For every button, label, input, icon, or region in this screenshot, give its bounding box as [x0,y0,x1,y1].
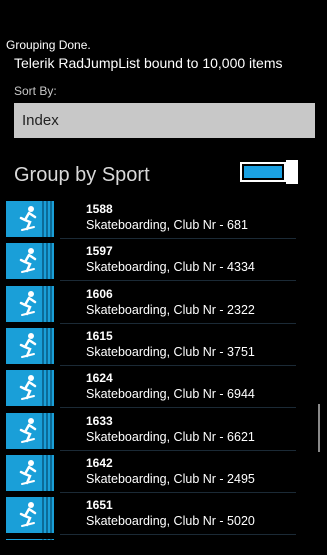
tile-stripe [46,497,48,534]
list-item[interactable]: 1651 Skateboarding, Club Nr - 5020 [0,494,327,536]
scrollbar[interactable] [318,404,320,452]
list-item[interactable]: 1597 Skateboarding, Club Nr - 4334 [0,240,327,282]
tile-stripe [46,285,48,322]
list-item[interactable]: 1624 Skateboarding, Club Nr - 6944 [0,367,327,409]
list-item[interactable]: 1660 [0,536,327,540]
status-text: Grouping Done. [6,38,91,52]
list-item[interactable]: 1642 Skateboarding, Club Nr - 2495 [0,452,327,494]
tile-stripe [42,539,44,540]
group-by-sport-toggle[interactable] [240,160,298,184]
sort-by-select[interactable]: Index [14,103,315,138]
page-title: Telerik RadJumpList bound to 10,000 item… [14,55,283,71]
sport-tile [6,412,54,449]
item-description: Skateboarding, Club Nr - 4334 [86,260,255,275]
item-number: 1633 [86,413,113,428]
list-item[interactable]: 1588 Skateboarding, Club Nr - 681 [0,200,327,240]
tile-stripe [50,412,52,449]
item-description: Skateboarding, Club Nr - 6944 [86,387,255,402]
tile-stripe [42,243,44,280]
sport-tile [6,327,54,364]
sport-tile [6,497,54,534]
group-by-sport-label: Group by Sport [14,164,150,186]
list-item[interactable]: 1633 Skateboarding, Club Nr - 6621 [0,410,327,452]
toggle-fill [244,166,282,178]
tile-stripe [46,370,48,407]
item-divider [60,449,296,451]
tile-stripe [50,327,52,364]
item-divider [60,491,296,493]
tile-stripe [42,412,44,449]
item-number: 1651 [86,498,113,513]
item-description: Skateboarding, Club Nr - 6621 [86,429,255,444]
tile-stripe [42,327,44,364]
list-item[interactable]: 1606 Skateboarding, Club Nr - 2322 [0,283,327,325]
item-description: Skateboarding, Club Nr - 5020 [86,514,255,529]
item-number: 1615 [86,328,113,343]
tile-stripe [50,539,52,540]
jump-list[interactable]: 1588 Skateboarding, Club Nr - 681 1597 Skat… [0,200,327,540]
tile-stripe [42,370,44,407]
item-number: 1624 [86,371,113,386]
item-divider [60,280,296,282]
tile-stripe [50,201,52,237]
tile-stripe [46,412,48,449]
item-divider [60,238,296,239]
sport-tile [6,285,54,322]
item-divider [60,322,296,324]
item-description: Skateboarding, Club Nr - 681 [86,218,248,232]
item-divider [60,407,296,409]
sport-tile [6,539,54,540]
sport-tile [6,243,54,280]
tile-stripe [50,454,52,491]
item-number: 1597 [86,244,113,259]
tile-stripe [46,243,48,280]
item-description: Skateboarding, Club Nr - 2495 [86,471,255,486]
tile-stripe [42,201,44,237]
item-divider [60,364,296,366]
sport-tile [6,454,54,491]
sort-by-label: Sort By: [14,84,57,98]
item-description: Skateboarding, Club Nr - 2322 [86,302,255,317]
tile-stripe [42,497,44,534]
item-description: Skateboarding, Club Nr - 3751 [86,344,255,359]
tile-stripe [50,497,52,534]
sport-tile [6,370,54,407]
item-number: 1642 [86,455,113,470]
list-item[interactable]: 1615 Skateboarding, Club Nr - 3751 [0,325,327,367]
item-number: 1606 [86,286,113,301]
tile-stripe [46,201,48,237]
tile-stripe [50,370,52,407]
tile-stripe [46,454,48,491]
item-number: 1588 [86,202,113,216]
tile-stripe [42,454,44,491]
tile-stripe [46,539,48,540]
item-divider [60,534,296,536]
tile-stripe [50,243,52,280]
toggle-thumb[interactable] [286,160,298,184]
sport-tile [6,201,54,237]
tile-stripe [50,285,52,322]
tile-stripe [42,285,44,322]
tile-stripe [46,327,48,364]
